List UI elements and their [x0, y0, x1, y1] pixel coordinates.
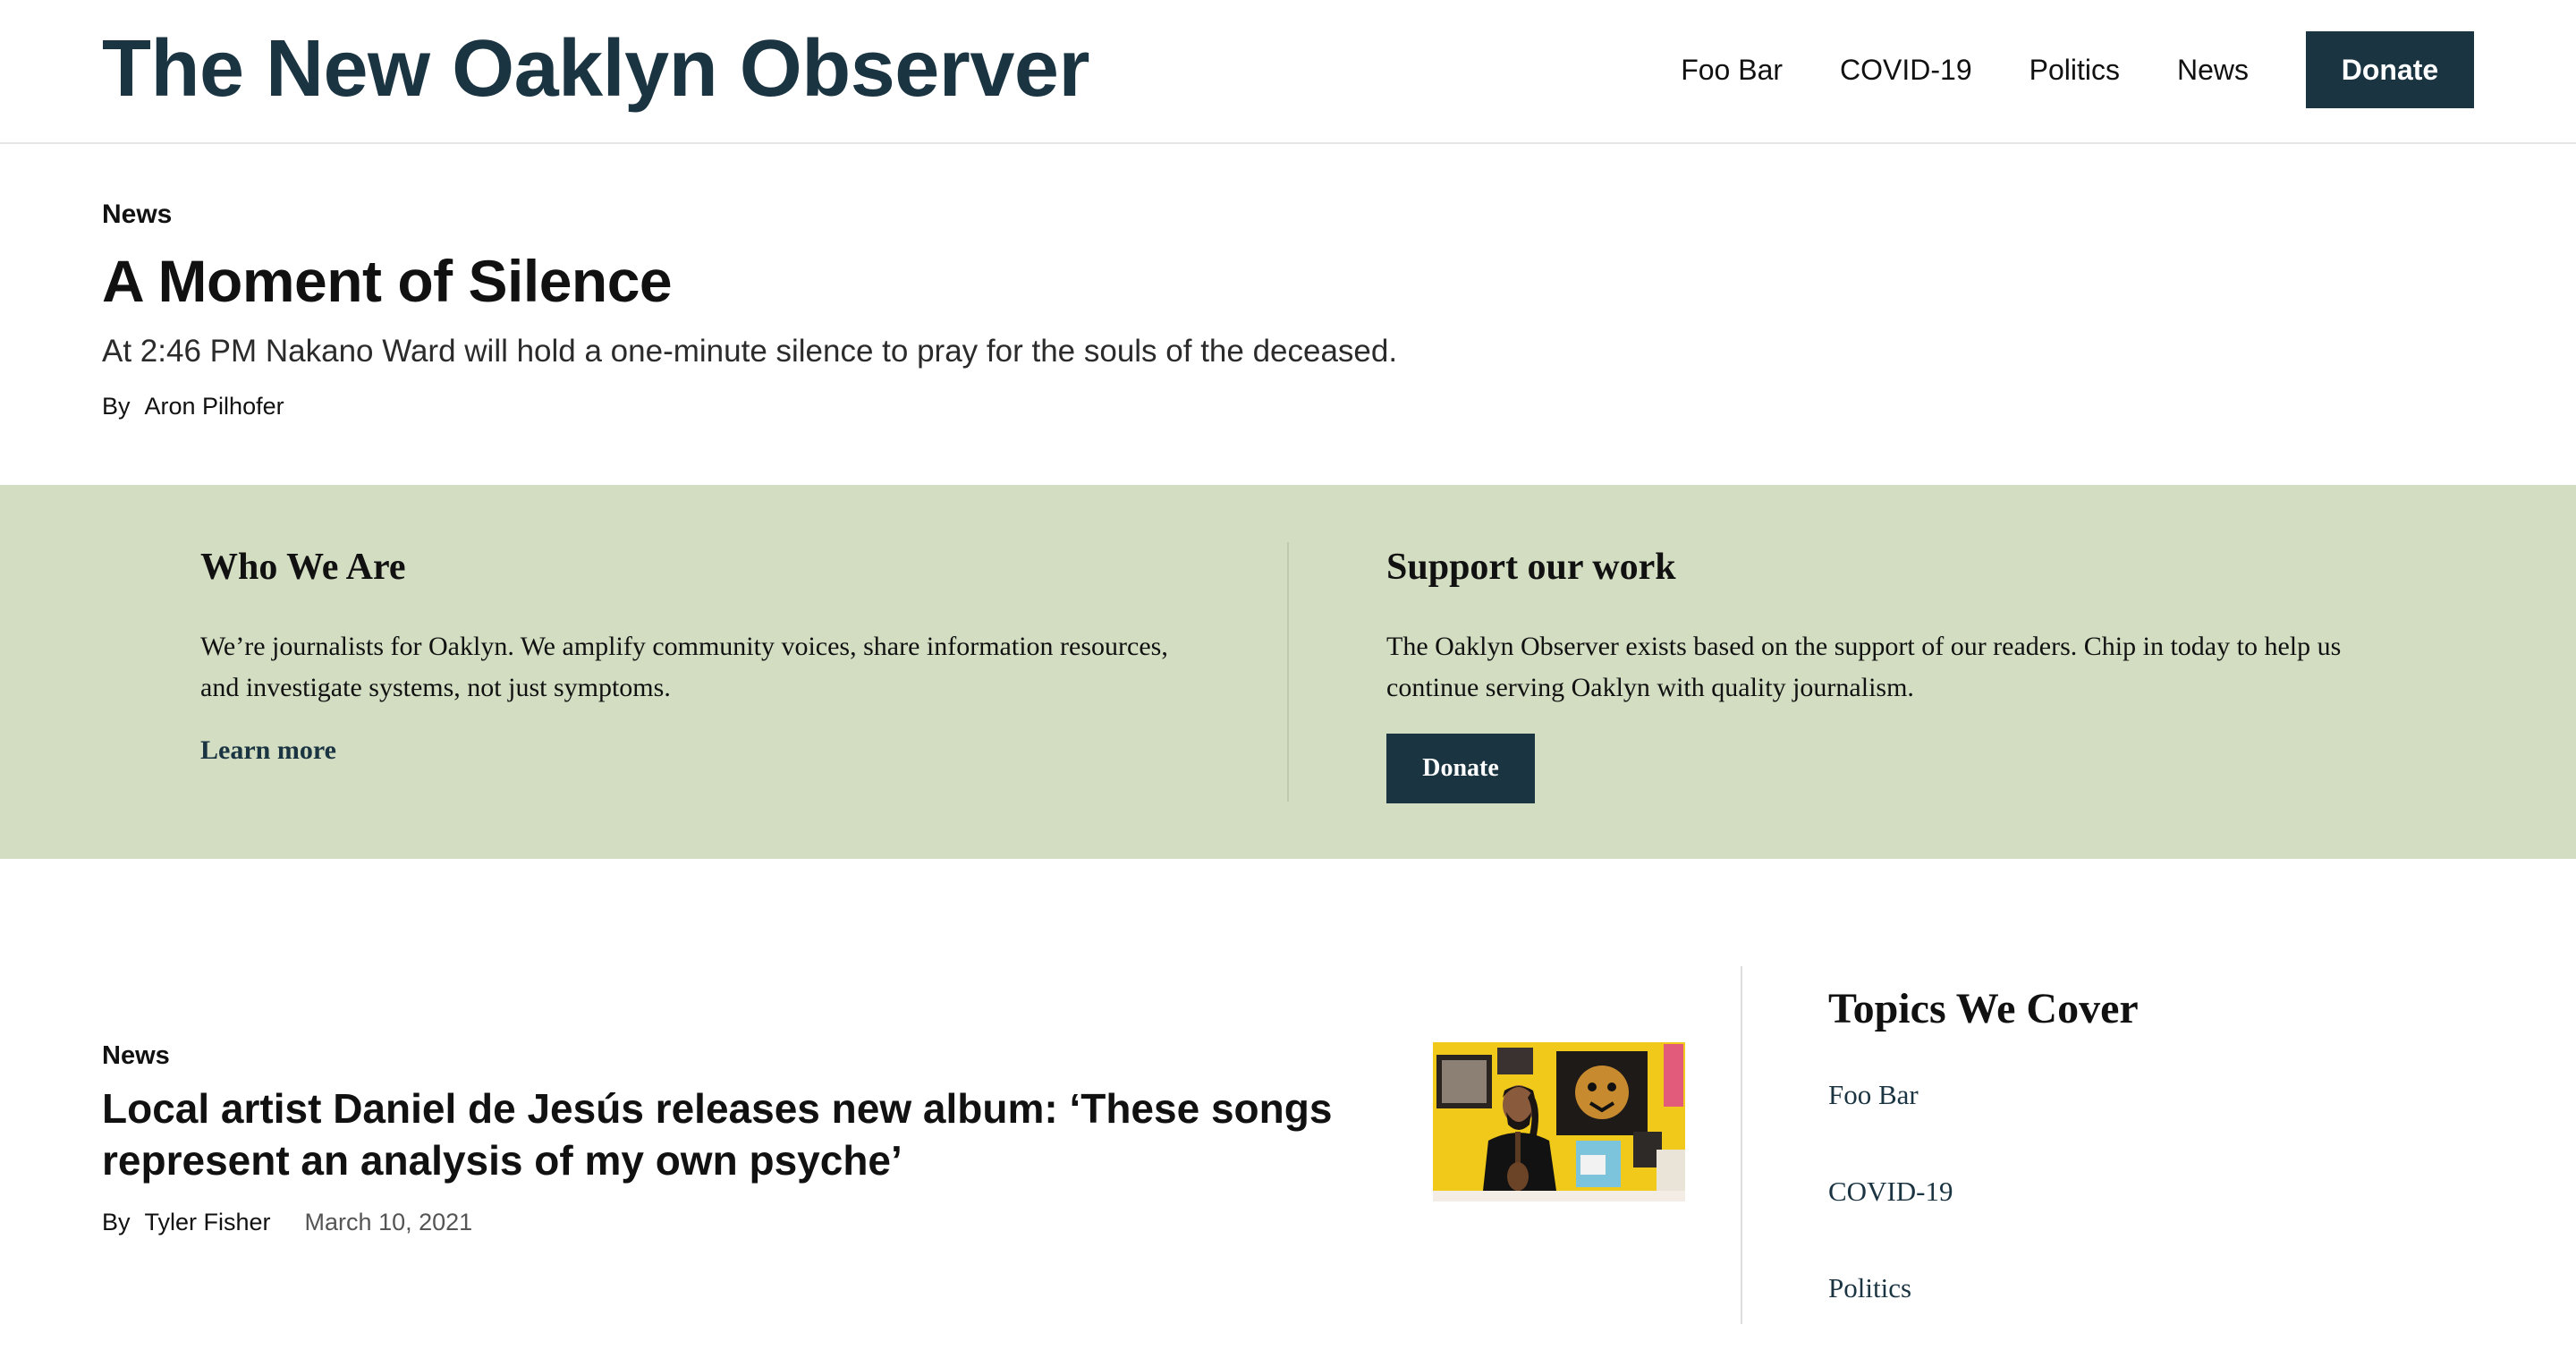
topic-list: Foo Bar COVID-19 Politics	[1828, 1077, 2472, 1367]
support-donate-button[interactable]: Donate	[1386, 734, 1535, 803]
list-item: COVID-19	[1828, 1174, 2472, 1270]
feature-dek: At 2:46 PM Nakano Ward will hold a one-m…	[102, 334, 1398, 369]
topics-sidebar: Topics We Cover Foo Bar COVID-19 Politic…	[1828, 981, 2472, 1367]
feature-byline: By Aron Pilhofer	[102, 390, 2249, 422]
who-we-are-text: We’re journalists for Oaklyn. We amplify…	[200, 632, 1168, 702]
nav-link-foo-bar[interactable]: Foo Bar	[1681, 54, 1783, 87]
nav-link-politics[interactable]: Politics	[2029, 54, 2120, 87]
artist-photo-image	[1433, 1042, 1685, 1201]
story-thumbnail[interactable]	[1433, 1042, 1685, 1201]
topic-link-politics[interactable]: Politics	[1828, 1272, 1911, 1303]
topic-link-covid-19[interactable]: COVID-19	[1828, 1176, 1953, 1207]
learn-more-link[interactable]: Learn more	[200, 735, 336, 766]
feature-article: News A Moment of Silence At 2:46 PM Naka…	[102, 197, 2249, 422]
story-author[interactable]: Tyler Fisher	[145, 1209, 271, 1235]
site-title[interactable]: The New Oaklyn Observer	[102, 20, 1089, 118]
list-item: Foo Bar	[1828, 1077, 2472, 1174]
story-list-item: News Local artist Daniel de Jesús releas…	[102, 1038, 1685, 1252]
story-date: March 10, 2021	[304, 1209, 473, 1235]
header-donate-button[interactable]: Donate	[2306, 31, 2474, 108]
byline-label: By	[102, 393, 131, 420]
promo-divider	[1287, 542, 1289, 802]
main-nav: Foo Bar COVID-19 Politics News Donate	[1681, 31, 2474, 108]
sidebar-divider	[1741, 966, 1742, 1324]
feature-section-label[interactable]: News	[102, 197, 2249, 233]
nav-link-covid-19[interactable]: COVID-19	[1840, 54, 1972, 87]
byline-label: By	[102, 1209, 131, 1235]
story-meta: By Tyler Fisher March 10, 2021	[102, 1206, 1685, 1238]
site-header: The New Oaklyn Observer Foo Bar COVID-19…	[0, 0, 2576, 144]
feature-author[interactable]: Aron Pilhofer	[145, 393, 284, 420]
topics-heading: Topics We Cover	[1828, 985, 2139, 1032]
list-item: Politics	[1828, 1270, 2472, 1367]
who-we-are-heading: Who We Are	[200, 547, 406, 588]
support-text: The Oaklyn Observer exists based on the …	[1386, 632, 2342, 702]
story-headline[interactable]: Local artist Daniel de Jesús releases ne…	[102, 1083, 1390, 1186]
support-heading: Support our work	[1386, 547, 1676, 588]
topic-link-foo-bar[interactable]: Foo Bar	[1828, 1079, 1919, 1110]
who-we-are-block: Who We Are We’re journalists for Oaklyn.…	[200, 542, 1184, 766]
feature-headline[interactable]: A Moment of Silence	[102, 245, 2249, 317]
promo-band: Who We Are We’re journalists for Oaklyn.…	[0, 485, 2576, 859]
support-block: Support our work The Oaklyn Observer exi…	[1386, 542, 2388, 803]
nav-link-news[interactable]: News	[2177, 54, 2249, 87]
